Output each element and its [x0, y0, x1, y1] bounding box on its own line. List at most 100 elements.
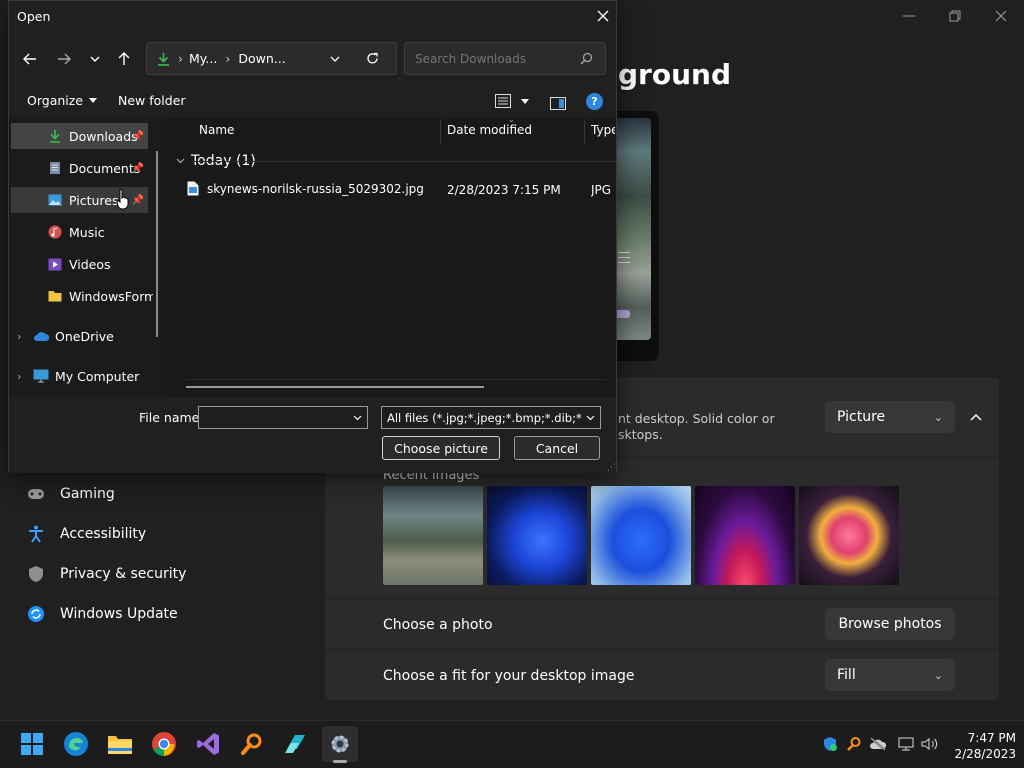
gamepad-icon: [26, 484, 46, 504]
preview-pane-button[interactable]: [550, 95, 566, 114]
recent-image-thumbnail[interactable]: [799, 486, 899, 585]
file-type-filter[interactable]: All files (*.jpg;*.jpeg;*.bmp;*.dib;*.pn…: [381, 406, 601, 429]
edge-button[interactable]: [58, 726, 94, 762]
tree-item-my-computer[interactable]: › My Computer: [17, 363, 154, 389]
choose-picture-button[interactable]: Choose picture: [382, 436, 500, 460]
chrome-button[interactable]: [146, 726, 182, 762]
image-file-icon: [187, 181, 199, 196]
clock-time: 7:47 PM: [967, 731, 1016, 745]
help-button[interactable]: ?: [586, 93, 603, 110]
restore-icon: [949, 10, 961, 22]
background-type-dropdown[interactable]: Picture ⌄: [825, 401, 955, 433]
file-explorer-button[interactable]: [102, 726, 138, 762]
column-separator[interactable]: [440, 119, 441, 143]
minimize-icon: —: [902, 8, 916, 24]
start-button[interactable]: [14, 726, 50, 762]
update-icon: [26, 604, 46, 624]
magnifier-icon: [847, 737, 861, 751]
cloud-off-icon: [870, 737, 887, 751]
tree-item-music[interactable]: Music: [11, 219, 148, 245]
file-name: skynews-norilsk-russia_5029302.jpg: [207, 181, 424, 196]
new-folder-button[interactable]: New folder: [118, 93, 186, 108]
nav-item-windows-update[interactable]: Windows Update: [26, 599, 178, 629]
tree-item-label: My Computer: [55, 368, 140, 384]
clock[interactable]: 7:47 PM 2/28/2023: [940, 730, 1016, 762]
dialog-close-button[interactable]: [592, 5, 614, 27]
back-button[interactable]: [19, 48, 41, 70]
column-header-date[interactable]: Date modified: [447, 123, 532, 137]
file-name-input[interactable]: [204, 409, 344, 426]
tree-item-label: WindowsForms: [69, 288, 153, 304]
file-row[interactable]: skynews-norilsk-russia_5029302.jpg: [187, 181, 424, 196]
view-options-button[interactable]: [495, 94, 529, 108]
chevron-down-icon: [176, 158, 185, 164]
search-app-button[interactable]: [234, 726, 270, 762]
nav-item-gaming[interactable]: Gaming: [26, 479, 115, 509]
chevron-right-icon[interactable]: ›: [17, 330, 33, 343]
chrome-icon: [152, 732, 176, 756]
network-tray-button[interactable]: [896, 734, 916, 754]
app-button[interactable]: [278, 726, 314, 762]
restore-button[interactable]: [932, 0, 978, 32]
horizontal-scrollbar[interactable]: [186, 386, 484, 388]
videos-icon: [47, 256, 63, 272]
minimize-button[interactable]: —: [886, 0, 932, 32]
address-bar[interactable]: › My... › Down...: [146, 42, 397, 75]
onedrive-tray-button[interactable]: [868, 734, 888, 754]
nav-item-privacy[interactable]: Privacy & security: [26, 559, 186, 589]
close-button[interactable]: [978, 0, 1024, 32]
nav-label: Accessibility: [60, 526, 147, 542]
breadcrumb-item[interactable]: Down...: [238, 51, 285, 66]
chevron-up-icon: [970, 413, 982, 421]
collapse-button[interactable]: [966, 407, 986, 427]
chevron-right-icon[interactable]: ›: [17, 370, 33, 383]
cancel-button[interactable]: Cancel: [514, 436, 600, 460]
recent-image-thumbnail[interactable]: [383, 486, 483, 585]
up-button[interactable]: [113, 48, 135, 70]
organize-button[interactable]: Organize: [27, 93, 97, 108]
breadcrumb-separator-icon: ›: [178, 51, 183, 66]
tree-item-videos[interactable]: Videos: [11, 251, 148, 277]
nav-item-accessibility[interactable]: Accessibility: [26, 519, 146, 549]
card-description-line: sktops.: [618, 427, 663, 442]
pin-icon: 📌: [131, 130, 144, 142]
tree-item-windowsforms[interactable]: WindowsForms: [11, 283, 156, 309]
column-header-type[interactable]: Type: [591, 123, 615, 137]
forward-button[interactable]: [53, 48, 75, 70]
recent-image-thumbnail[interactable]: [695, 486, 795, 585]
address-dropdown-icon[interactable]: [330, 56, 340, 62]
search-tray-button[interactable]: [844, 734, 864, 754]
recent-locations-button[interactable]: [84, 48, 106, 70]
visual-studio-button[interactable]: [190, 726, 226, 762]
breadcrumb-item[interactable]: My...: [189, 51, 217, 66]
chevron-down-icon: ⌄: [933, 410, 943, 424]
resize-grip-icon[interactable]: ⋰: [607, 463, 616, 473]
open-file-dialog: Open › My... › Down... Orga: [8, 0, 617, 473]
nav-label: Privacy & security: [60, 566, 187, 582]
recent-image-thumbnail[interactable]: [591, 486, 691, 585]
settings-app-button[interactable]: [322, 726, 358, 762]
chevron-down-icon: [90, 56, 100, 62]
tree-item-documents[interactable]: Documents 📌: [11, 155, 148, 181]
file-name-combo[interactable]: [198, 406, 368, 429]
column-header-name[interactable]: Name: [199, 123, 234, 137]
tree-item-onedrive[interactable]: › OneDrive: [17, 323, 154, 349]
search-input[interactable]: [413, 50, 573, 67]
tree-item-label: Videos: [69, 256, 111, 272]
computer-icon: [33, 368, 49, 384]
tree-item-downloads[interactable]: Downloads 📌: [11, 123, 148, 149]
search-box[interactable]: [404, 42, 606, 75]
navigation-scrollbar[interactable]: [156, 151, 158, 337]
music-icon: [47, 224, 63, 240]
fit-dropdown[interactable]: Fill ⌄: [825, 659, 955, 691]
defender-tray-button[interactable]: [820, 734, 840, 754]
volume-tray-button[interactable]: [920, 734, 940, 754]
browse-photos-button[interactable]: Browse photos: [825, 608, 955, 640]
pictures-icon: [47, 192, 63, 208]
chevron-down-icon[interactable]: [353, 415, 362, 421]
refresh-icon[interactable]: [366, 52, 379, 65]
fit-label: Choose a fit for your desktop image: [383, 668, 635, 684]
recent-image-thumbnail[interactable]: [487, 486, 587, 585]
card-description: nt desktop. Solid color or sktops.: [618, 411, 818, 443]
column-separator[interactable]: [584, 119, 585, 143]
